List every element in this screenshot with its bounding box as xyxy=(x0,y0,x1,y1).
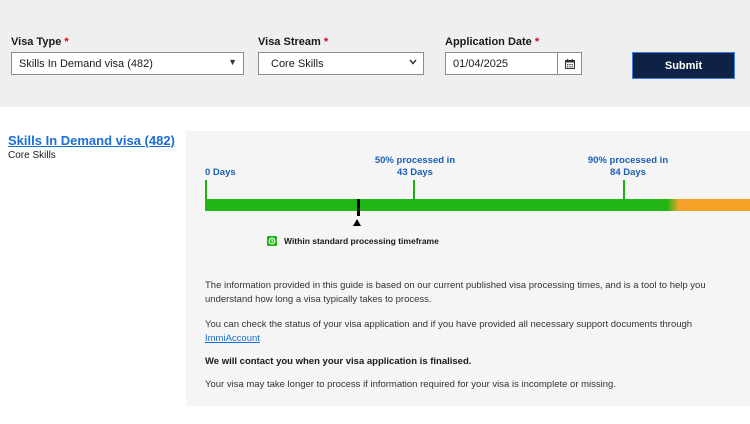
chevron-down-icon xyxy=(409,57,417,67)
chevron-down-icon: ▼ xyxy=(228,57,237,67)
timeline-p90-label: 90% processed in 84 Days xyxy=(587,155,669,178)
timeline-start-tick xyxy=(205,180,207,200)
visa-type-select[interactable]: Skills In Demand visa (482) ▼ xyxy=(11,52,244,75)
submit-button[interactable]: Submit xyxy=(632,52,735,79)
timeline-within-segment xyxy=(205,199,667,211)
clock-check-icon xyxy=(267,236,277,246)
timeline-p50-tick xyxy=(413,180,415,200)
visa-title-link[interactable]: Skills In Demand visa (482) xyxy=(8,133,175,148)
timeline-transition-segment xyxy=(667,199,679,211)
visa-stream-value: Core Skills xyxy=(271,58,324,70)
processing-timeline-bar xyxy=(205,199,750,211)
application-date-input[interactable]: 01/04/2025 xyxy=(445,52,582,75)
timeline-start-label: 0 Days xyxy=(205,167,236,178)
visa-type-value: Skills In Demand visa (482) xyxy=(19,58,153,70)
visa-stream-select[interactable]: Core Skills xyxy=(258,52,424,75)
visa-type-label: Visa Type * xyxy=(11,36,69,48)
search-form: Visa Type * Visa Stream * Application Da… xyxy=(0,0,750,107)
application-date-label: Application Date * xyxy=(445,36,540,48)
current-position-marker xyxy=(357,199,360,216)
timeline-p90-tick xyxy=(623,180,625,200)
timeline-over-segment xyxy=(679,199,750,211)
info-paragraph-4: Your visa may take longer to process if … xyxy=(205,379,616,390)
status-indicator: Within standard processing timeframe xyxy=(267,236,439,246)
visa-stream-label: Visa Stream * xyxy=(258,36,329,48)
timeline-p50-label: 50% processed in 43 Days xyxy=(374,155,456,178)
immiaccount-link[interactable]: ImmiAccount xyxy=(205,333,260,344)
current-position-arrow-icon xyxy=(353,219,361,226)
info-paragraph-1: The information provided in this guide i… xyxy=(205,280,706,305)
info-paragraph-3: We will contact you when your visa appli… xyxy=(205,356,472,367)
info-paragraph-2: You can check the status of your visa ap… xyxy=(205,319,693,344)
calendar-icon[interactable] xyxy=(557,52,581,75)
status-text: Within standard processing timeframe xyxy=(284,236,439,246)
visa-stream-text: Core Skills xyxy=(8,150,56,161)
application-date-value: 01/04/2025 xyxy=(453,58,509,70)
